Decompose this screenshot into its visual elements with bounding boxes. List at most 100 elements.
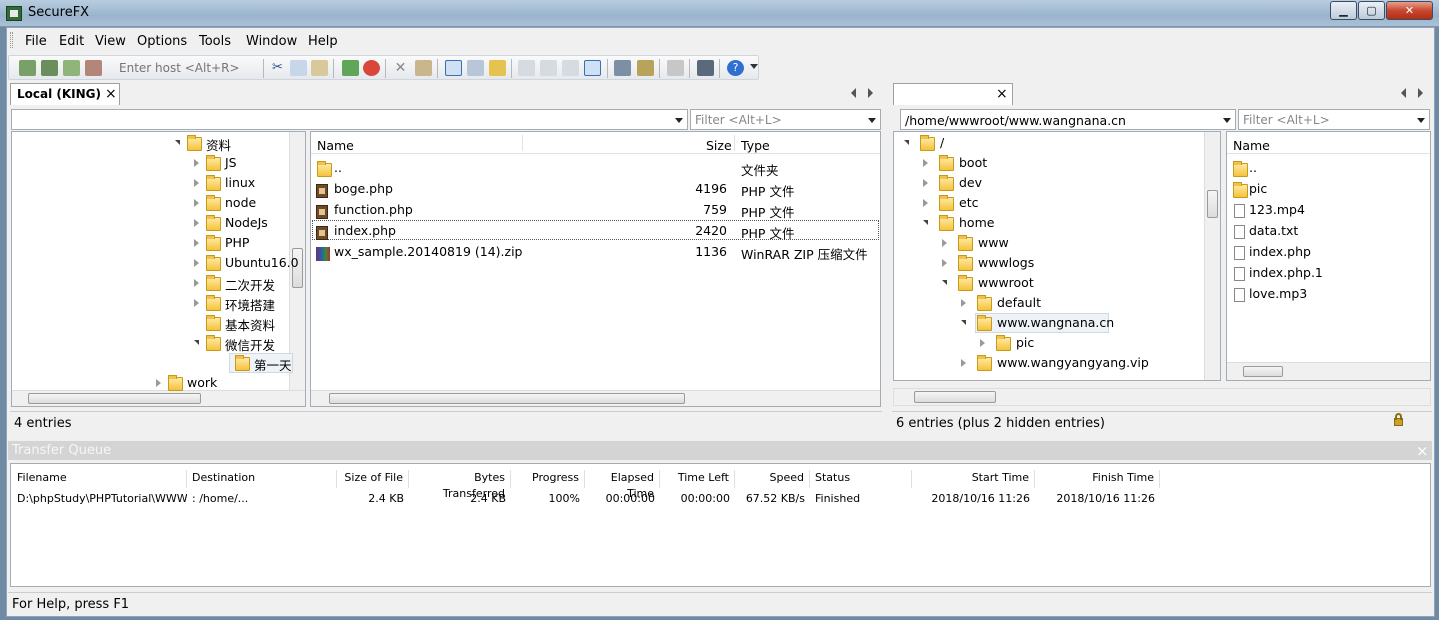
queue-cell[interactable]: 67.52 KB/s xyxy=(735,492,810,505)
column-name[interactable]: Name xyxy=(317,138,354,153)
large-icons-view-icon[interactable] xyxy=(518,60,535,76)
remote-filter-input[interactable]: Filter <Alt+L> xyxy=(1238,109,1430,130)
up-folder-icon[interactable] xyxy=(489,60,506,76)
swap-panes-icon[interactable] xyxy=(467,60,484,76)
minimize-button[interactable]: ▁ xyxy=(1330,1,1357,20)
file-name[interactable]: love.mp3 xyxy=(1249,286,1307,301)
key-icon[interactable] xyxy=(637,60,654,76)
tab-remote[interactable]: × xyxy=(893,83,1013,105)
expand-arrow-icon[interactable] xyxy=(194,199,199,207)
expand-arrow-icon[interactable] xyxy=(961,359,966,367)
file-name[interactable]: index.php.1 xyxy=(1249,265,1323,280)
expand-arrow-icon[interactable] xyxy=(194,239,199,247)
small-icons-view-icon[interactable] xyxy=(540,60,557,76)
queue-cell[interactable]: 00:00:00 xyxy=(585,492,660,505)
menu-options[interactable]: Options xyxy=(137,34,187,49)
tree-item-pic[interactable]: pic xyxy=(1016,335,1034,350)
tab-close-icon[interactable]: × xyxy=(996,86,1008,102)
list-horizontal-scrollbar[interactable] xyxy=(311,390,880,406)
remote-horizontal-scrollbar[interactable] xyxy=(893,388,1431,406)
tree-item-wwwroot[interactable]: wwwroot xyxy=(978,275,1034,290)
cut-icon[interactable]: ✂ xyxy=(269,60,286,76)
menu-view[interactable]: View xyxy=(95,34,126,49)
disconnect-icon[interactable] xyxy=(85,60,102,76)
queue-column-2[interactable]: Size of File xyxy=(337,470,409,488)
queue-column-6[interactable]: Time Left xyxy=(660,470,735,488)
menu-help[interactable]: Help xyxy=(308,34,338,49)
maximize-button[interactable]: ▢ xyxy=(1358,1,1385,20)
expand-arrow-icon[interactable] xyxy=(942,259,947,267)
queue-column-4[interactable]: Progress xyxy=(511,470,585,488)
tab-scroll-right-icon[interactable] xyxy=(1418,88,1423,98)
queue-column-5[interactable]: Elapsed Time xyxy=(585,470,660,500)
column-type[interactable]: Type xyxy=(741,138,770,153)
dropdown-arrow-icon[interactable] xyxy=(675,118,683,123)
expand-arrow-icon[interactable] xyxy=(961,299,966,307)
queue-column-0[interactable]: Filename xyxy=(12,470,187,488)
tree-item-基本资料[interactable]: 基本资料 xyxy=(225,315,275,334)
collapse-arrow-icon[interactable] xyxy=(942,280,947,285)
expand-arrow-icon[interactable] xyxy=(923,179,928,187)
tree-item-二次开发[interactable]: 二次开发 xyxy=(225,275,275,294)
sync-icon[interactable] xyxy=(614,60,631,76)
tree-item-www[interactable]: www xyxy=(978,235,1009,250)
tree-item-etc[interactable]: etc xyxy=(959,195,978,210)
queue-cell[interactable]: : /home/... xyxy=(187,492,337,505)
expand-arrow-icon[interactable] xyxy=(194,219,199,227)
quick-connect-icon[interactable] xyxy=(41,60,58,76)
tree-item-Ubuntu16.0[interactable]: Ubuntu16.0 xyxy=(225,255,299,270)
tab-local[interactable]: Local (KING) × xyxy=(10,83,120,105)
tree-horizontal-scrollbar[interactable] xyxy=(12,390,305,406)
tree-item-www.wangyangyang.vip[interactable]: www.wangyangyang.vip xyxy=(997,355,1149,370)
queue-column-8[interactable]: Status xyxy=(810,470,912,488)
expand-arrow-icon[interactable] xyxy=(156,379,161,387)
column-name[interactable]: Name xyxy=(1233,138,1270,153)
queue-cell[interactable]: 2018/10/16 11:26 xyxy=(1035,492,1160,505)
lock-icon[interactable] xyxy=(667,60,684,76)
tree-vertical-scrollbar[interactable] xyxy=(1204,132,1220,380)
queue-column-9[interactable]: Start Time xyxy=(912,470,1035,488)
expand-arrow-icon[interactable] xyxy=(942,239,947,247)
remote-path-combo[interactable]: /home/wwwroot/www.wangnana.cn xyxy=(900,109,1236,130)
file-name[interactable]: .. xyxy=(1249,160,1257,175)
host-input[interactable] xyxy=(115,58,261,78)
collapse-arrow-icon[interactable] xyxy=(961,320,966,325)
collapse-arrow-icon[interactable] xyxy=(904,140,909,145)
expand-arrow-icon[interactable] xyxy=(194,279,199,287)
tree-item-NodeJs[interactable]: NodeJs xyxy=(225,215,268,230)
collapse-arrow-icon[interactable] xyxy=(923,220,928,225)
menu-window[interactable]: Window xyxy=(246,34,297,49)
tree-item-资料[interactable]: 资料 xyxy=(206,135,231,154)
file-name[interactable]: 123.mp4 xyxy=(1249,202,1305,217)
paste-icon[interactable] xyxy=(311,60,328,76)
tree-item-work[interactable]: work xyxy=(187,375,217,390)
expand-arrow-icon[interactable] xyxy=(980,339,985,347)
split-view-icon[interactable] xyxy=(445,60,462,76)
tree-item-微信开发[interactable]: 微信开发 xyxy=(225,335,275,354)
collapse-arrow-icon[interactable] xyxy=(194,340,199,345)
properties-icon[interactable] xyxy=(415,60,432,76)
copy-icon[interactable] xyxy=(290,60,307,76)
refresh-icon[interactable] xyxy=(342,60,359,76)
tree-item-PHP[interactable]: PHP xyxy=(225,235,249,250)
file-name[interactable]: index.php xyxy=(334,223,396,238)
reconnect-icon[interactable] xyxy=(63,60,80,76)
dropdown-arrow-icon[interactable] xyxy=(868,118,876,123)
tree-item-linux[interactable]: linux xyxy=(225,175,255,190)
queue-cell[interactable]: D:\phpStudy\PHPTutorial\WWW... xyxy=(12,492,187,505)
tree-item-环境搭建[interactable]: 环境搭建 xyxy=(225,295,275,314)
file-name[interactable]: .. xyxy=(334,160,342,175)
column-size[interactable]: Size xyxy=(706,138,732,153)
dropdown-arrow-icon[interactable] xyxy=(1417,118,1425,123)
dropdown-arrow-icon[interactable] xyxy=(1223,118,1231,123)
queue-close-icon[interactable]: × xyxy=(1416,442,1429,460)
queue-column-7[interactable]: Speed xyxy=(735,470,810,488)
file-name[interactable]: index.php xyxy=(1249,244,1311,259)
expand-arrow-icon[interactable] xyxy=(923,159,928,167)
menu-file[interactable]: File xyxy=(25,34,47,49)
tree-item-wwwlogs[interactable]: wwwlogs xyxy=(978,255,1034,270)
expand-arrow-icon[interactable] xyxy=(194,299,199,307)
tab-scroll-left-icon[interactable] xyxy=(1401,88,1406,98)
tree-item-dev[interactable]: dev xyxy=(959,175,982,190)
queue-cell[interactable]: 100% xyxy=(511,492,585,505)
